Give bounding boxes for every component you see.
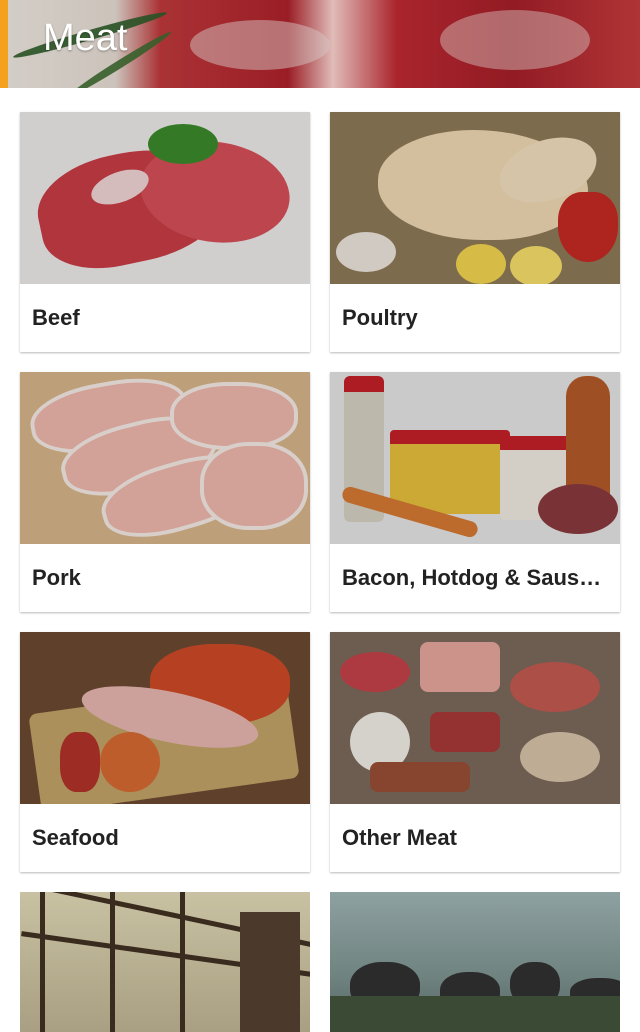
category-card-seafood[interactable]: Seafood (20, 632, 310, 872)
category-card-other-meat[interactable]: Other Meat (330, 632, 620, 872)
category-card-beef[interactable]: Beef (20, 112, 310, 352)
category-label: Pork (32, 565, 81, 590)
header-accent-bar (0, 0, 8, 88)
category-label: Beef (32, 305, 80, 330)
category-card-pork[interactable]: Pork (20, 372, 310, 612)
page-header: Meat (0, 0, 640, 88)
pork-image (20, 372, 310, 544)
seafood-image (20, 632, 310, 804)
beef-image (20, 112, 310, 284)
poultry-image (330, 112, 620, 284)
category-label: Bacon, Hotdog & Sausage (342, 565, 612, 590)
category-label: Seafood (32, 825, 119, 850)
category-card-bacon-hotdog-sausage[interactable]: Bacon, Hotdog & Sausage (330, 372, 620, 612)
category-label: Other Meat (342, 825, 457, 850)
bacon-hotdog-sausage-image (330, 372, 620, 544)
category-card-poultry[interactable]: Poultry (330, 112, 620, 352)
category-card-partial-stones[interactable] (330, 892, 620, 1032)
other-meat-image (330, 632, 620, 804)
category-card-partial-bridge[interactable] (20, 892, 310, 1032)
category-label: Poultry (342, 305, 418, 330)
page-title: Meat (43, 17, 128, 59)
